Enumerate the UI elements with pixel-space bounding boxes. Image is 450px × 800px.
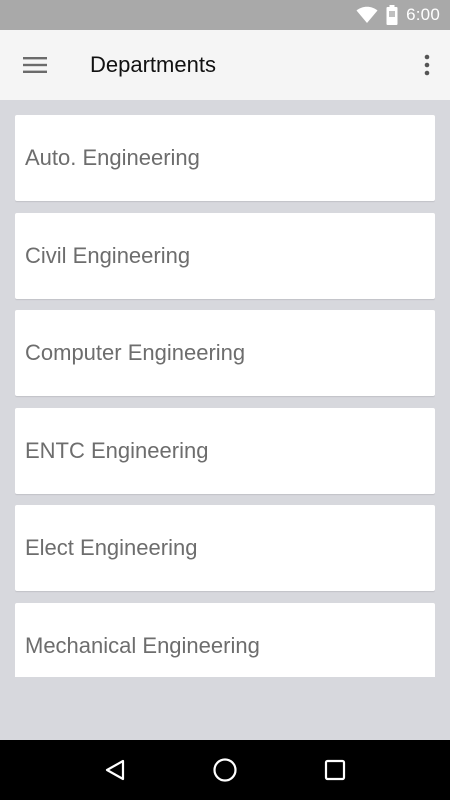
page-title: Departments	[90, 52, 216, 77]
department-label: Elect Engineering	[25, 535, 198, 560]
hamburger-menu-icon[interactable]	[0, 30, 70, 100]
department-label: ENTC Engineering	[25, 437, 209, 463]
status-time: 6:00	[406, 5, 440, 24]
department-label: Civil Engineering	[25, 242, 191, 268]
department-label: Mechanical Engineering	[25, 632, 260, 658]
battery-icon	[386, 5, 398, 25]
department-item-auto[interactable]: Auto. Engineering	[15, 115, 435, 201]
department-item-entc[interactable]: ENTC Engineering	[15, 407, 435, 494]
home-icon[interactable]	[200, 745, 250, 795]
department-label: Auto. Engineering	[25, 145, 200, 170]
wifi-icon	[356, 6, 378, 24]
department-item-computer[interactable]: Computer Engineering	[15, 310, 435, 396]
status-bar: 6:00	[0, 0, 450, 30]
navigation-bar	[0, 740, 450, 800]
department-item-mechanical[interactable]: Mechanical Engineering	[15, 602, 435, 677]
department-item-elect[interactable]: Elect Engineering	[15, 505, 435, 591]
department-item-civil[interactable]: Civil Engineering	[15, 212, 435, 299]
back-icon[interactable]	[90, 745, 140, 795]
app-bar: Departments	[0, 30, 450, 100]
recents-icon[interactable]	[310, 745, 360, 795]
department-list: Auto. Engineering Civil Engineering Comp…	[15, 115, 435, 677]
department-label: Computer Engineering	[25, 340, 246, 365]
more-vertical-icon[interactable]	[414, 45, 440, 85]
